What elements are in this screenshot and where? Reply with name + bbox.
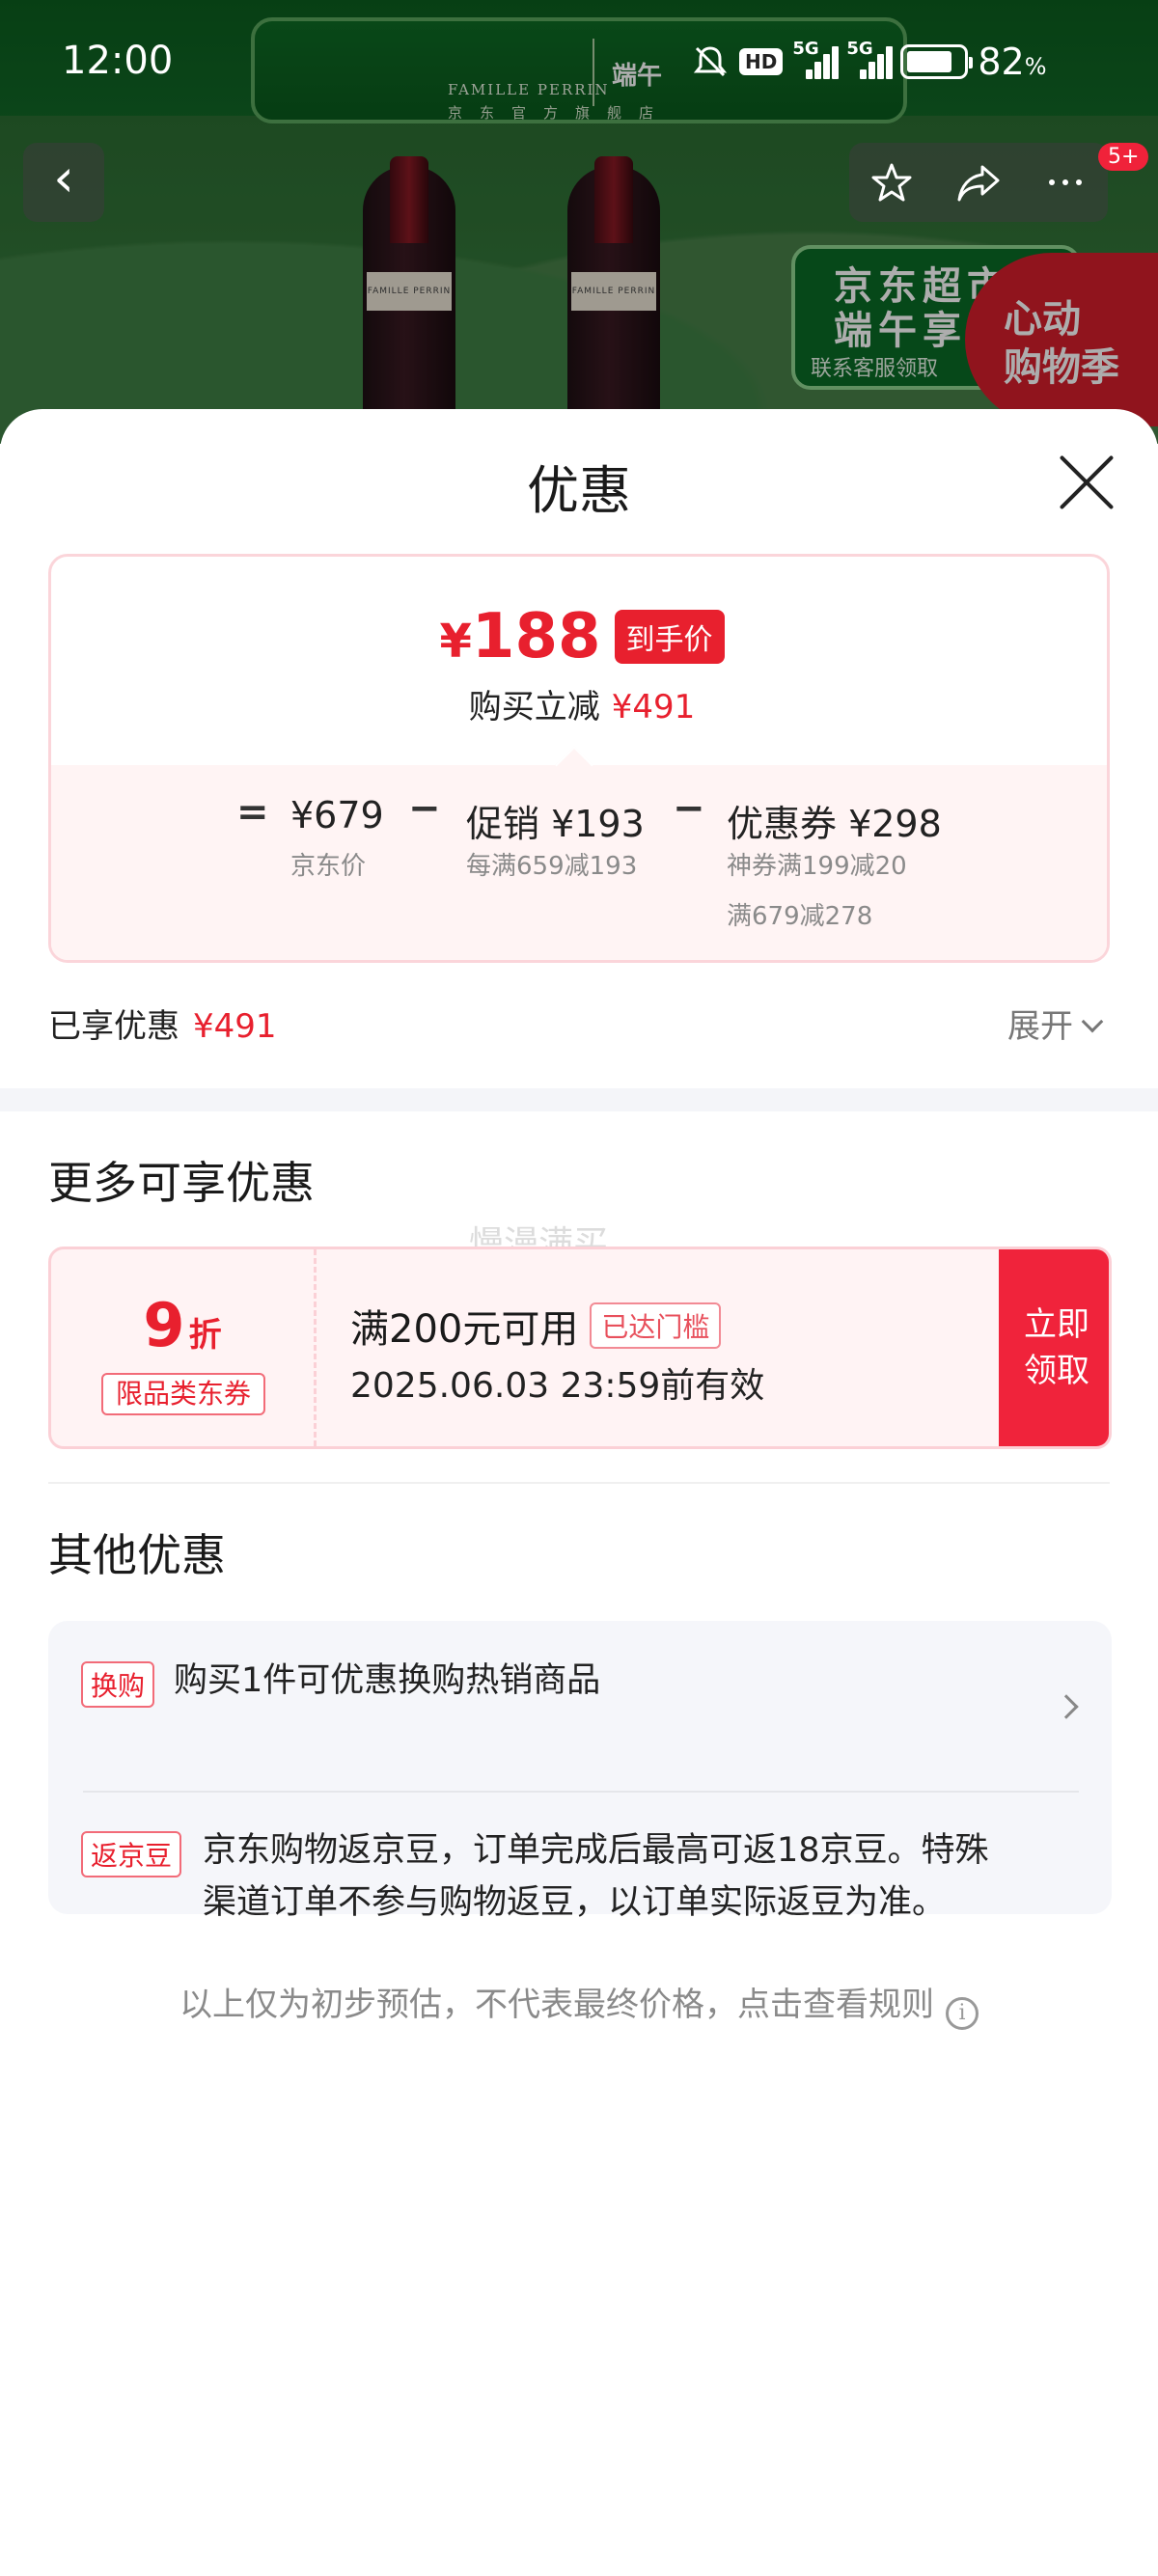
final-price: 188 (471, 601, 601, 672)
rules-note[interactable]: 以上仅为初步预估，不代表最终价格，点击查看规则 i (0, 1978, 1158, 2030)
signal-icon: 5G (792, 39, 840, 79)
chevron-left-icon: ‹ (53, 148, 74, 208)
expand-button[interactable]: 展开 (1007, 1000, 1104, 1047)
claim-coupon-button[interactable]: 立即 领取 (999, 1249, 1109, 1446)
more-options-icon[interactable] (1044, 161, 1087, 204)
coupon-card: 9折 限品类东券 满200元可用 已达门槛 2025.06.03 23:59前有效… (48, 1247, 1112, 1449)
coupon-condition-text: 满200元可用 (350, 1307, 579, 1352)
share-icon[interactable] (955, 161, 1002, 204)
coupon-discount: 9折 (51, 1290, 314, 1360)
claim-button-line-1: 立即 (1024, 1305, 1089, 1344)
discount-amount: ¥491 (611, 688, 696, 726)
more-discounts-title: 更多可享优惠 (48, 1157, 315, 1209)
coupon-expiry: 2025.06.03 23:59前有效 (350, 1366, 765, 1406)
section-gap (0, 1088, 1158, 1111)
jd-beans-text-line-2: 渠道订单不参与购物返豆，以订单实际返豆为准。 (203, 1883, 947, 1922)
exchange-tag: 换购 (81, 1661, 155, 1708)
hd-voice-icon: HD (739, 48, 784, 75)
exchange-offer-text: 购买1件可优惠换购热销商品 (174, 1661, 601, 1700)
equals-sign: = (236, 790, 269, 835)
enjoyed-discount-row: 已享优惠 ¥491 (48, 1000, 277, 1047)
coupon-desc-2: 满679减278 (727, 902, 873, 931)
other-discounts-title: 其他优惠 (48, 1529, 226, 1581)
final-price-row: ¥188 到手价 (51, 601, 1107, 672)
chevron-down-icon (1081, 1010, 1104, 1033)
sheet-title: 优惠 (527, 460, 631, 521)
signal-icon: 5G (846, 39, 894, 79)
status-time: 12:00 (62, 39, 174, 83)
price-formula: = ¥679 京东价 − 促销 ¥193 每满659减193 − 优惠券 ¥29… (51, 765, 1107, 960)
promo-desc: 每满659减193 (466, 852, 638, 881)
row-divider (83, 1791, 1079, 1793)
promo-value: 促销 ¥193 (466, 803, 645, 845)
network-type: 5G (792, 39, 819, 59)
other-discounts-list: 换购 购买1件可优惠换购热销商品 返京豆 京东购物返京豆，订单完成后最高可返18… (48, 1621, 1112, 1922)
coupon-discount-value: 9 (143, 1290, 185, 1360)
jd-price: ¥679 (290, 794, 384, 836)
coupon-value-panel: 9折 限品类东券 (51, 1249, 314, 1446)
expand-label: 展开 (1007, 1007, 1073, 1046)
coupon-type-badge: 限品类东券 (101, 1373, 265, 1415)
enjoyed-amount: ¥491 (193, 1007, 277, 1046)
status-icons: HD 5G 5G 82% (691, 39, 1047, 83)
minus-sign: − (408, 786, 441, 831)
battery-level: 82% (978, 41, 1047, 83)
minus-sign: − (673, 786, 705, 831)
coupon-discount-unit: 折 (188, 1316, 222, 1355)
battery-icon (900, 44, 974, 79)
price-breakdown-card: ¥188 到手价 购买立减 ¥491 = ¥679 京东价 − 促销 ¥193 每满… (48, 554, 1110, 963)
network-type: 5G (846, 39, 873, 59)
discount-line: 购买立减 ¥491 (51, 680, 1107, 727)
threshold-met-badge: 已达门槛 (590, 1302, 722, 1349)
close-icon[interactable] (1054, 450, 1119, 515)
coupon-value: 优惠券 ¥298 (727, 803, 942, 845)
currency-symbol: ¥ (439, 615, 472, 669)
top-action-group (849, 143, 1108, 222)
section-divider (48, 1482, 1110, 1484)
info-icon: i (946, 1997, 979, 2030)
discount-sheet: 优惠 ¥188 到手价 购买立减 ¥491 = ¥679 京东价 − 促销 ¥193… (0, 409, 1158, 2576)
coupon-desc-1: 神券满199减20 (727, 852, 907, 881)
final-price-tag: 到手价 (614, 610, 725, 664)
favorite-star-icon[interactable] (870, 161, 913, 204)
coupon-divider (314, 1249, 317, 1446)
discount-label: 购买立减 (468, 688, 600, 726)
back-button[interactable]: ‹ (23, 143, 104, 222)
rules-note-text: 以上仅为初步预估，不代表最终价格，点击查看规则 (179, 1986, 934, 2024)
mute-bell-icon (693, 46, 728, 77)
chevron-right-icon (1054, 1694, 1079, 1719)
status-bar: 12:00 HD 5G 5G 82% (0, 0, 1158, 131)
jd-price-label: 京东价 (290, 852, 367, 881)
notification-badge: 5+ (1098, 143, 1149, 171)
enjoyed-label: 已享优惠 (48, 1007, 179, 1046)
jd-beans-text-line-1: 京东购物返京豆，订单完成后最高可返18京豆。特殊 (203, 1831, 989, 1870)
jd-beans-tag: 返京豆 (81, 1831, 182, 1877)
claim-button-line-2: 领取 (1024, 1352, 1089, 1390)
coupon-condition: 满200元可用 已达门槛 (350, 1298, 722, 1354)
